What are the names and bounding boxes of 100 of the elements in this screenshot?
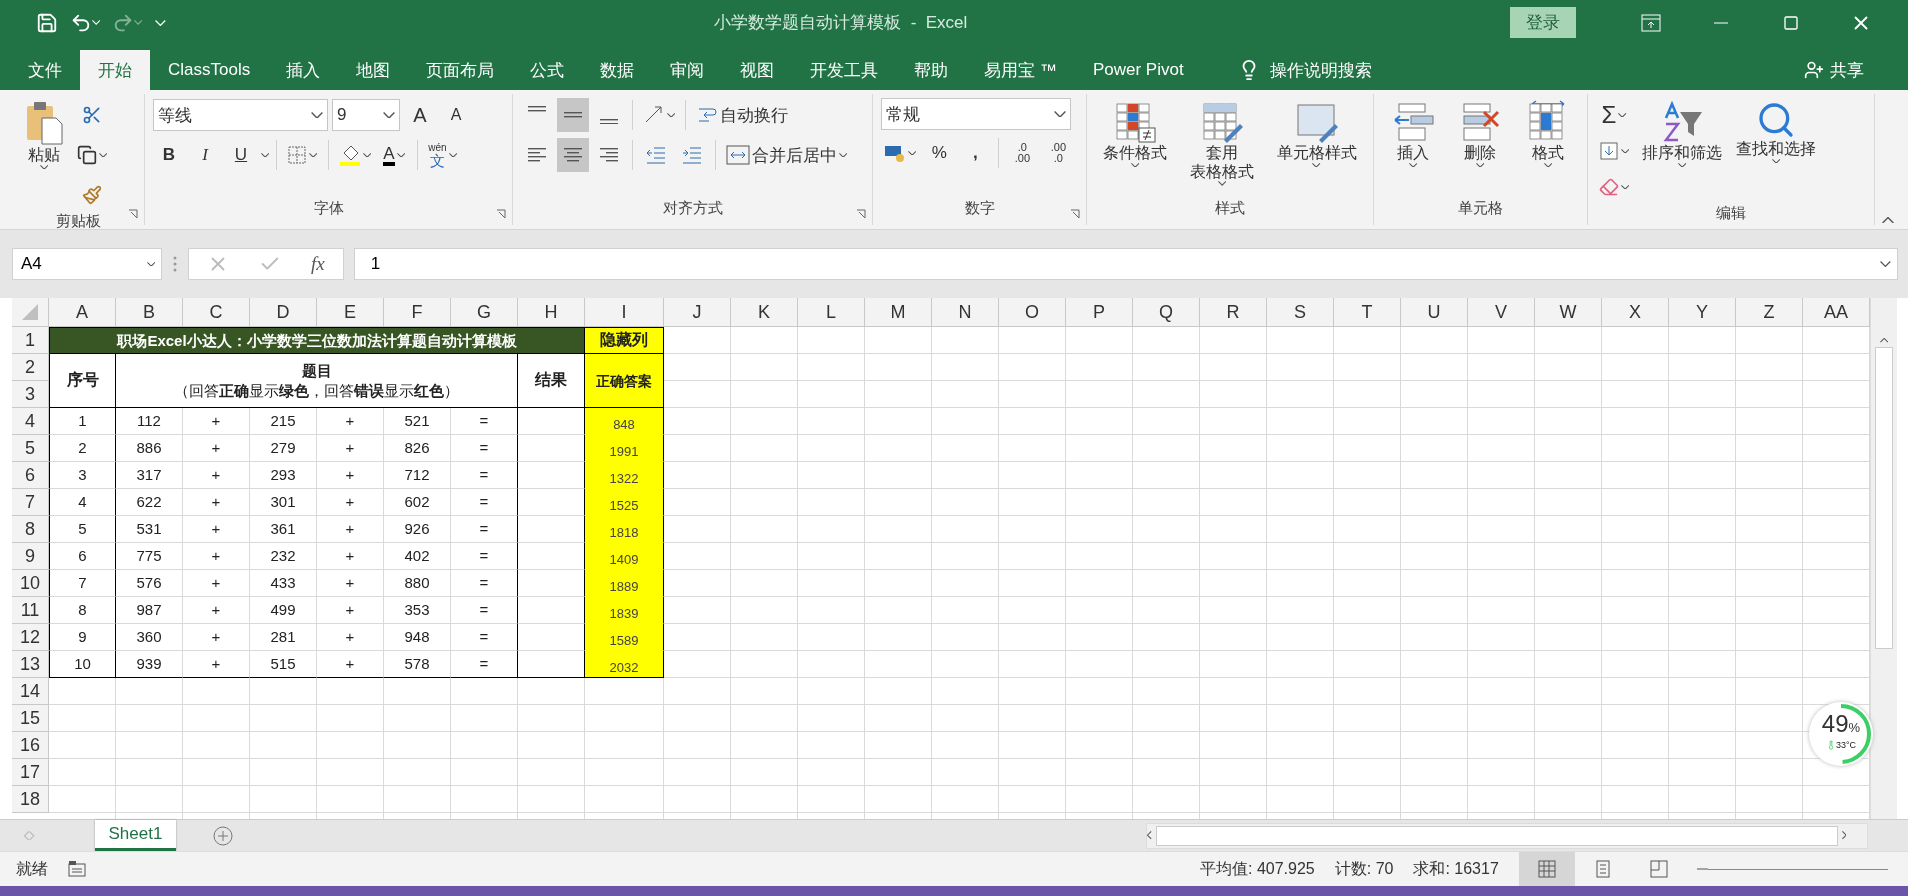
column-header[interactable]: I <box>585 298 664 328</box>
shrink-font-button[interactable]: A <box>440 98 472 133</box>
menu-tab[interactable]: 地图 <box>338 50 409 91</box>
column-header[interactable]: C <box>183 298 250 328</box>
formula-field[interactable]: 1 <box>353 248 1898 281</box>
column-header[interactable]: AA <box>1803 298 1870 328</box>
vertical-scrollbar[interactable] <box>1870 298 1897 820</box>
menu-tab[interactable]: 文件 <box>10 50 80 91</box>
bold-button[interactable]: B <box>153 138 185 173</box>
wrap-text-button[interactable]: 自动换行 <box>693 98 792 133</box>
normal-view-button[interactable] <box>1518 852 1575 887</box>
percent-button[interactable]: % <box>923 136 956 171</box>
ribbon-button[interactable]: 插入 <box>1386 98 1439 170</box>
column-header[interactable]: D <box>250 298 317 328</box>
menu-tab[interactable]: 审阅 <box>652 50 723 91</box>
row-header[interactable]: 13 <box>12 651 49 679</box>
row-header[interactable]: 12 <box>12 624 49 652</box>
zoom-out-icon[interactable] <box>1696 868 1708 871</box>
underline-button[interactable]: U <box>225 138 257 173</box>
horizontal-scrollbar[interactable] <box>1146 822 1868 849</box>
row-header[interactable]: 17 <box>12 759 49 787</box>
merge-center-button[interactable]: 合并后居中 <box>723 138 851 173</box>
autosum-button[interactable]: Σ <box>1596 98 1633 133</box>
function-box[interactable]: fx <box>188 248 344 281</box>
comma-button[interactable]: , <box>959 136 992 171</box>
column-header[interactable]: L <box>798 298 865 328</box>
column-header[interactable]: S <box>1267 298 1334 328</box>
column-header[interactable]: R <box>1200 298 1267 328</box>
column-header[interactable]: B <box>116 298 183 328</box>
menu-tab[interactable]: 易用宝 ™ <box>966 50 1075 91</box>
menu-tab[interactable]: ClassTools <box>150 50 269 91</box>
ribbon-button[interactable]: 套用 表格格式 <box>1186 98 1258 188</box>
column-header[interactable]: T <box>1334 298 1401 328</box>
menu-tab[interactable]: 数据 <box>582 50 653 91</box>
collapse-ribbon-icon[interactable] <box>1882 216 1894 224</box>
column-header[interactable]: O <box>999 298 1066 328</box>
ribbon-button[interactable]: 排序和筛选 <box>1638 98 1727 170</box>
ribbon-button[interactable]: 查找和选择 <box>1732 98 1821 166</box>
row-header[interactable]: 1 <box>12 327 49 355</box>
row-header[interactable]: 10 <box>12 570 49 598</box>
name-box[interactable]: A4 <box>12 248 162 281</box>
column-header[interactable]: K <box>731 298 798 328</box>
decrease-decimal-button[interactable]: .00 .0 <box>1042 136 1075 171</box>
column-header[interactable]: W <box>1535 298 1602 328</box>
row-header[interactable]: 14 <box>12 678 49 706</box>
row-header[interactable]: 8 <box>12 516 49 544</box>
vertical-align-button[interactable] <box>557 98 589 133</box>
menu-tab[interactable]: 开发工具 <box>792 50 897 91</box>
ribbon-button[interactable]: 格式 <box>1522 98 1575 170</box>
row-header[interactable]: 9 <box>12 543 49 571</box>
sheet-tab[interactable]: Sheet1 <box>94 820 177 852</box>
paste-button[interactable]: 粘贴 <box>20 98 68 172</box>
column-header[interactable]: Q <box>1133 298 1200 328</box>
menu-tab[interactable]: 插入 <box>268 50 339 91</box>
column-header[interactable]: U <box>1401 298 1468 328</box>
column-header[interactable]: Z <box>1736 298 1803 328</box>
number-format-field[interactable]: 常规 <box>881 98 1071 131</box>
ribbon-button[interactable]: 条件格式 <box>1099 98 1172 170</box>
row-header[interactable]: 5 <box>12 435 49 463</box>
menu-tab[interactable]: 公式 <box>512 50 583 91</box>
ribbon-button[interactable]: 删除 <box>1454 98 1507 170</box>
italic-button[interactable]: I <box>189 138 221 173</box>
scrollbar-thumb[interactable] <box>1875 346 1893 649</box>
ribbon-button[interactable]: 单元格样式 <box>1272 98 1361 170</box>
phonetic-guide-button[interactable]: wén 文 <box>425 138 460 173</box>
grow-font-button[interactable]: A <box>404 98 436 133</box>
row-header[interactable]: 6 <box>12 462 49 490</box>
menu-tab[interactable]: Power Pivot <box>1074 50 1202 91</box>
share-button[interactable]: 共享 <box>1798 50 1870 91</box>
menu-tab[interactable]: 页面布局 <box>408 50 513 91</box>
column-header[interactable]: H <box>518 298 585 328</box>
row-header[interactable]: 15 <box>12 705 49 733</box>
column-header[interactable]: E <box>317 298 384 328</box>
column-header[interactable]: M <box>865 298 932 328</box>
column-header[interactable]: N <box>932 298 999 328</box>
font-name-field[interactable]: 等线 <box>153 99 328 132</box>
font-color-button[interactable]: A <box>378 138 411 173</box>
column-header[interactable]: J <box>664 298 731 328</box>
row-header[interactable]: 3 <box>12 381 49 409</box>
add-sheet-icon[interactable] <box>212 824 235 847</box>
row-header[interactable]: 11 <box>12 597 49 625</box>
column-header[interactable]: Y <box>1669 298 1736 328</box>
column-header[interactable]: P <box>1066 298 1133 328</box>
menu-tab[interactable]: 开始 <box>80 50 150 91</box>
font-size-field[interactable]: 9 <box>332 99 400 132</box>
column-header[interactable]: X <box>1602 298 1669 328</box>
row-header[interactable]: 4 <box>12 408 49 436</box>
menu-tab[interactable]: 帮助 <box>896 50 967 91</box>
increase-decimal-button[interactable]: .0 .00 <box>1006 136 1039 171</box>
login-button[interactable]: 登录 <box>1510 7 1576 39</box>
column-header[interactable]: V <box>1468 298 1535 328</box>
column-header[interactable]: G <box>451 298 518 328</box>
row-header[interactable]: 18 <box>12 786 49 814</box>
column-header[interactable]: F <box>384 298 451 328</box>
horizontal-align-button[interactable] <box>557 138 589 173</box>
scrollbar-thumb[interactable] <box>1155 825 1838 846</box>
insert-function-button[interactable]: fx <box>311 253 325 276</box>
tell-me-search[interactable]: 操作说明搜索 <box>1231 50 1378 91</box>
row-header[interactable]: 16 <box>12 732 49 760</box>
menu-tab[interactable]: 视图 <box>722 50 793 91</box>
